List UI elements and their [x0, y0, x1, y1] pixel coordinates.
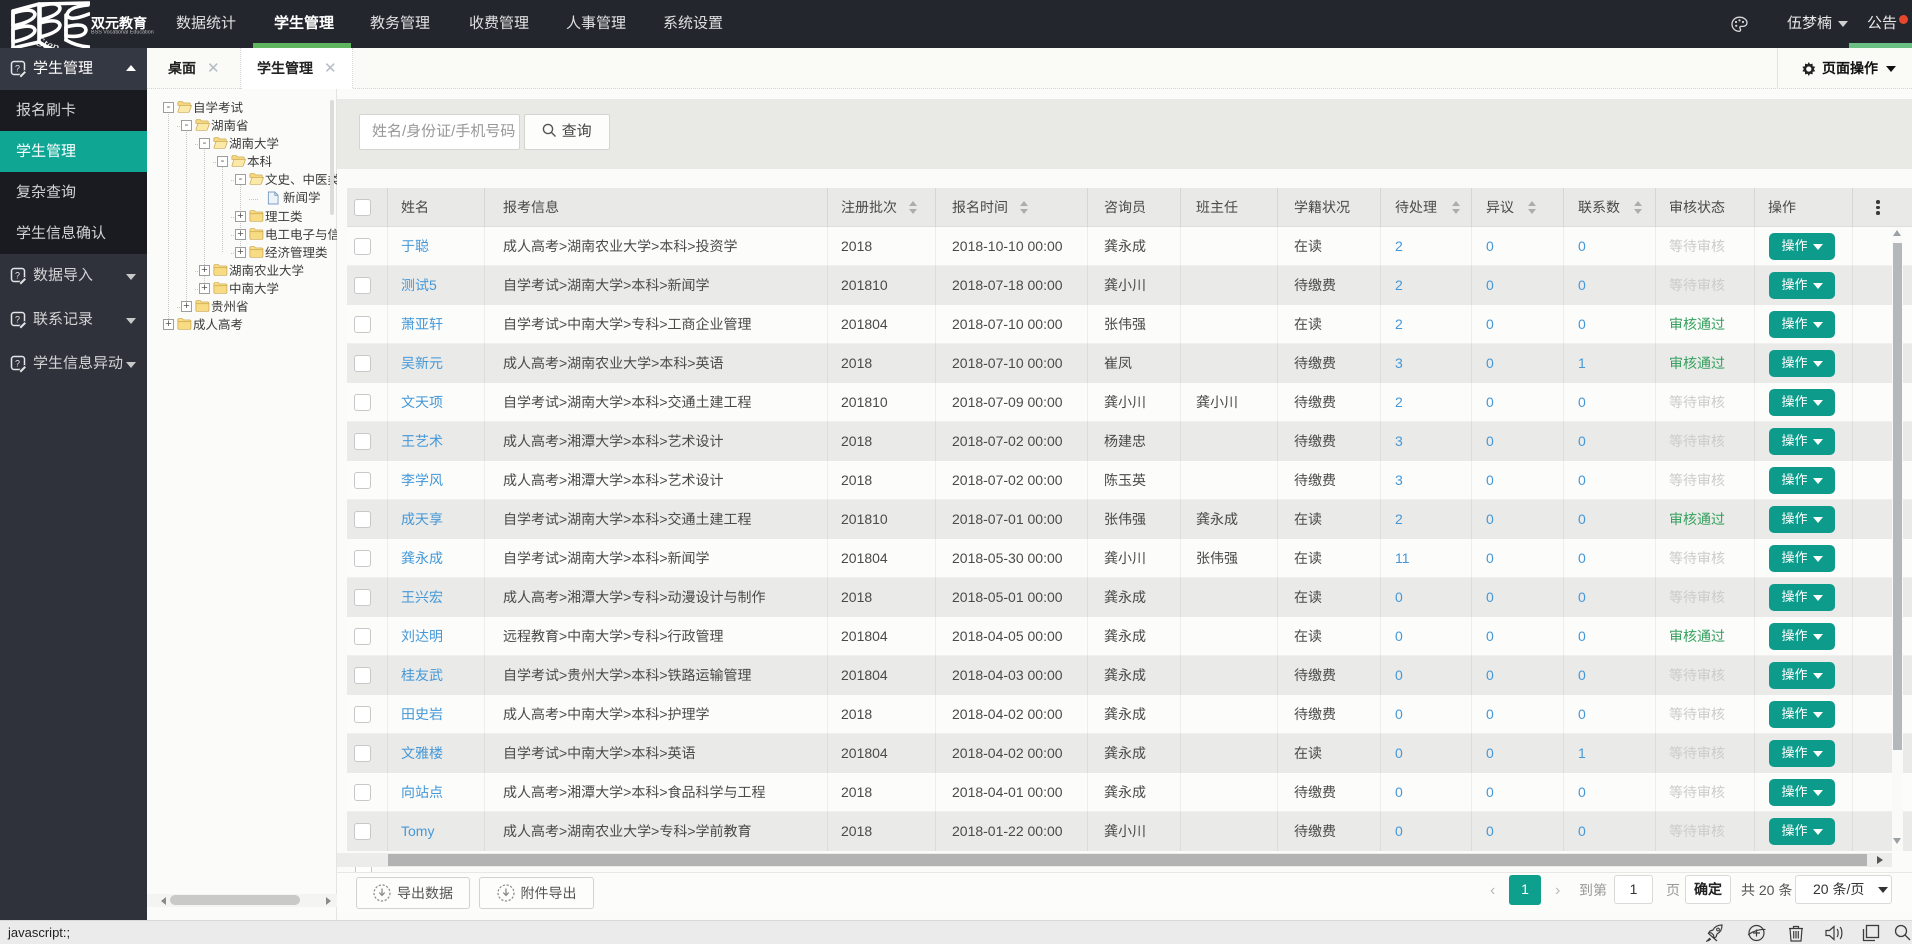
svg-text:?: ? — [15, 64, 20, 74]
svg-text:?: ? — [15, 315, 20, 325]
svg-text:?: ? — [15, 359, 20, 369]
svg-text:?: ? — [15, 271, 20, 281]
